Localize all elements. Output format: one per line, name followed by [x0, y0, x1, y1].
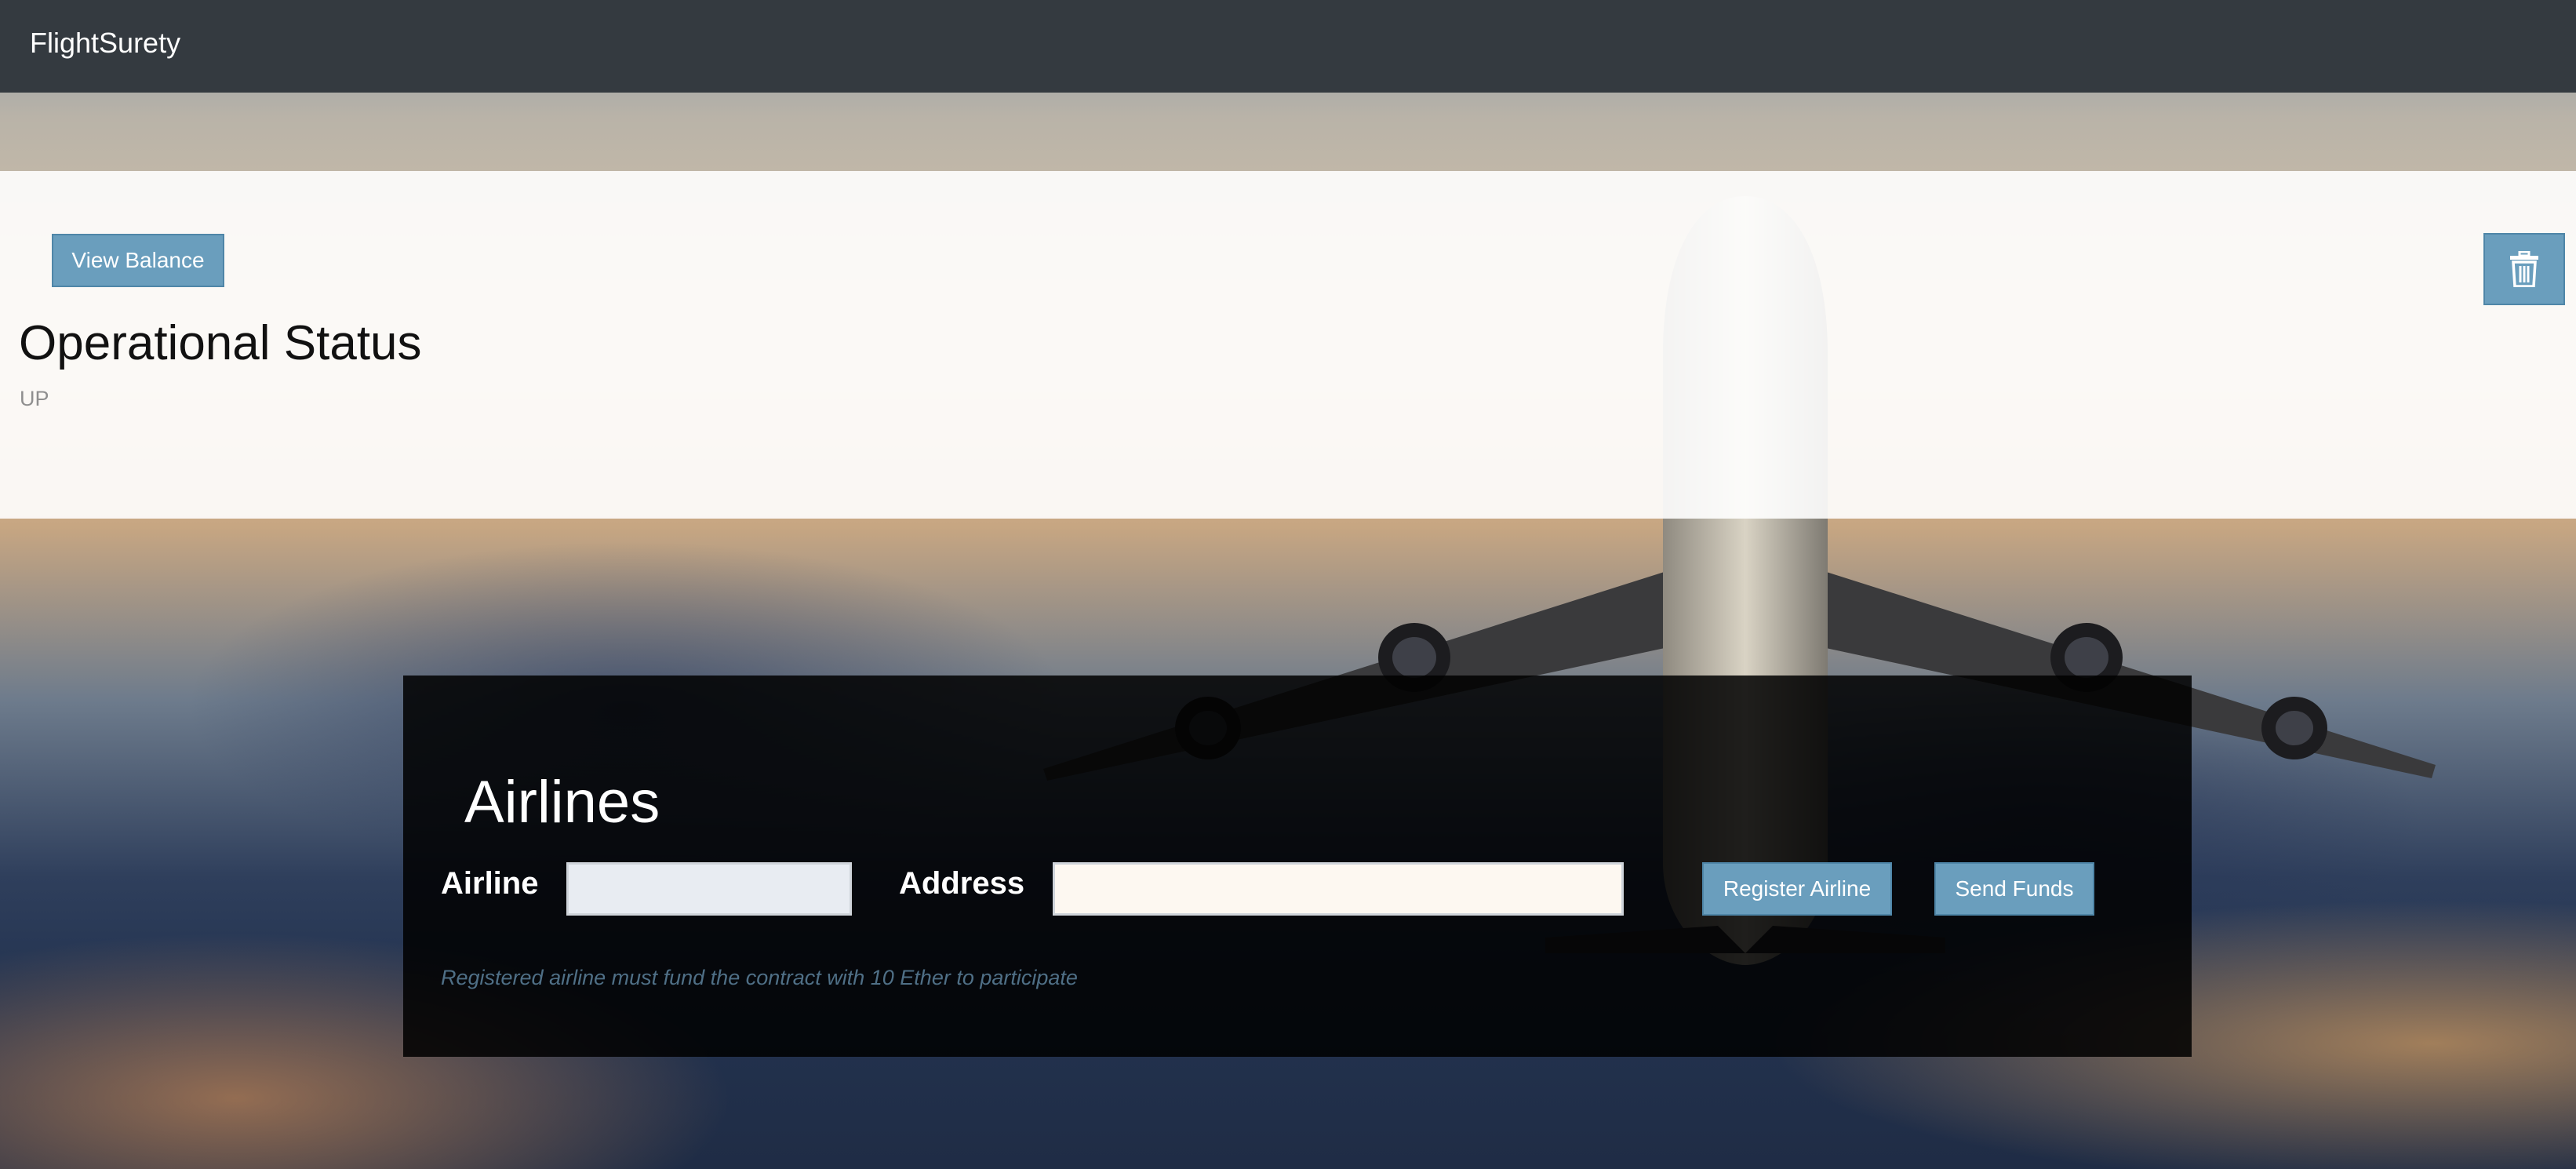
airlines-title: Airlines — [464, 769, 660, 836]
register-airline-button[interactable]: Register Airline — [1702, 862, 1892, 916]
airline-input[interactable] — [566, 862, 852, 916]
operational-status-title: Operational Status — [19, 316, 422, 370]
trash-icon — [2510, 251, 2538, 287]
top-navbar: FlightSurety — [0, 0, 2576, 93]
clear-button[interactable] — [2483, 233, 2565, 305]
page: FlightSurety View Balance Operational St… — [0, 0, 2576, 1169]
operational-status-value: UP — [20, 387, 49, 410]
airline-label: Airline — [441, 866, 539, 901]
operational-status-panel: View Balance Operational Status UP — [0, 171, 2576, 519]
send-funds-button[interactable]: Send Funds — [1934, 862, 2094, 916]
address-input[interactable] — [1053, 862, 1624, 916]
brand-logo-text[interactable]: FlightSurety — [30, 27, 180, 60]
airlines-panel: Airlines Airline Address Register Airlin… — [403, 676, 2192, 1057]
funding-note: Registered airline must fund the contrac… — [441, 966, 1078, 989]
view-balance-button[interactable]: View Balance — [52, 234, 224, 287]
address-label: Address — [899, 866, 1025, 901]
